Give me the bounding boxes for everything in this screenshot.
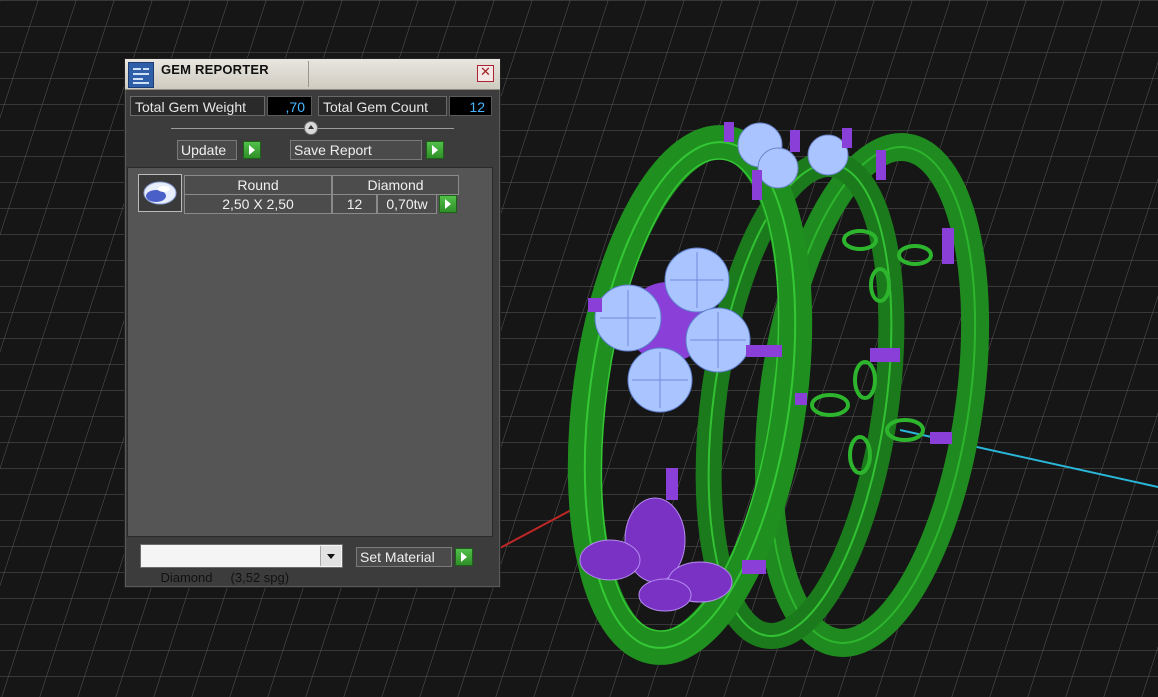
gem-size: 2,50 X 2,50	[184, 194, 332, 214]
gem-list: Round Diamond 2,50 X 2,50 12 0,70tw	[127, 167, 493, 537]
gem-count: 12	[332, 194, 377, 214]
set-material-button[interactable]: Set Material	[356, 547, 452, 567]
chevron-down-icon[interactable]	[320, 546, 341, 566]
oval-gem-icon	[138, 174, 182, 212]
gem-reporter-app-icon	[128, 62, 154, 88]
save-report-button[interactable]: Save Report	[290, 140, 422, 160]
update-button[interactable]: Update	[177, 140, 237, 160]
material-select[interactable]: Diamond (3,52 spg)	[140, 544, 343, 585]
total-gem-weight-label: Total Gem Weight	[130, 96, 265, 116]
title-divider	[308, 61, 309, 87]
total-gem-count-value: 12	[449, 96, 492, 116]
gem-reporter-window: GEM REPORTER ✕ Total Gem Weight ,70 Tota…	[124, 58, 501, 588]
save-report-go-icon[interactable]	[426, 141, 444, 159]
material-select-value: Diamond (3,52 spg)	[160, 570, 290, 585]
list-resize-handle[interactable]	[304, 121, 318, 135]
close-icon[interactable]: ✕	[477, 65, 494, 82]
set-material-go-icon[interactable]	[455, 548, 473, 566]
update-go-icon[interactable]	[243, 141, 261, 159]
gem-shape: Round	[184, 175, 332, 195]
window-titlebar[interactable]: GEM REPORTER ✕	[125, 59, 500, 90]
window-title: GEM REPORTER	[161, 62, 269, 77]
gem-weight: 0,70tw	[377, 194, 437, 214]
gem-material: Diamond	[332, 175, 459, 195]
total-gem-count-label: Total Gem Count	[318, 96, 447, 116]
total-gem-weight-value: ,70	[267, 96, 312, 116]
gem-row-go-icon[interactable]	[439, 195, 457, 213]
